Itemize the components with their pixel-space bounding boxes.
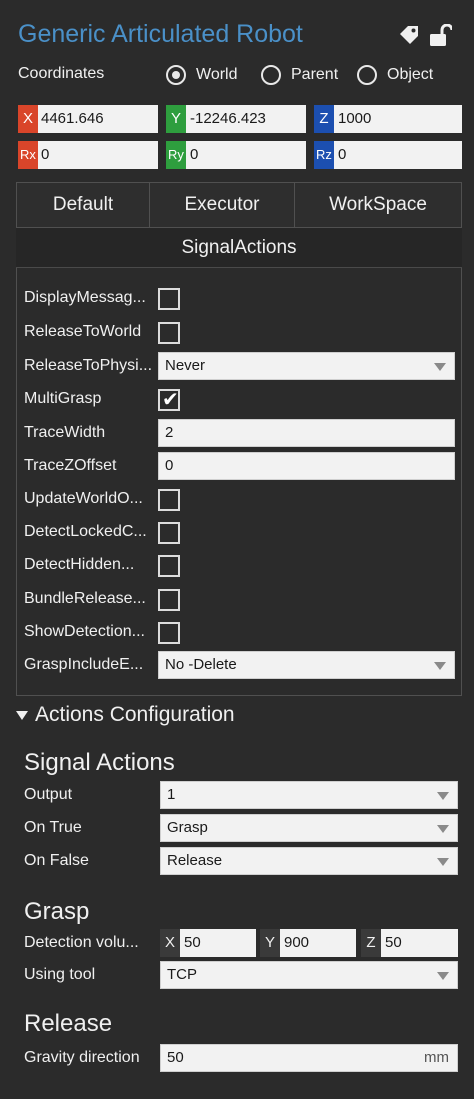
x-coordinate-field[interactable]: X 4461.646	[18, 105, 158, 133]
tag-icon[interactable]	[398, 24, 420, 51]
radio-button-icon	[166, 65, 186, 85]
y-coordinate-field[interactable]: Y -12246.423	[166, 105, 306, 133]
row-label-update-world: UpdateWorldO...	[24, 490, 143, 507]
on-true-dropdown[interactable]: Grasp	[160, 814, 458, 842]
row-label-show-detection: ShowDetection...	[24, 623, 145, 640]
using-tool-dropdown[interactable]: TCP	[160, 961, 458, 989]
chevron-down-icon	[434, 662, 446, 670]
detection-z-input[interactable]: Z 50	[361, 929, 458, 957]
detection-y-input[interactable]: Y 900	[260, 929, 356, 957]
tab-workspace[interactable]: WorkSpace	[295, 183, 461, 227]
grasp-heading: Grasp	[24, 898, 90, 925]
radio-world[interactable]: World	[166, 64, 276, 86]
chevron-down-icon	[437, 825, 449, 833]
chevron-down-icon	[437, 858, 449, 866]
detection-volume-label: Detection volu...	[24, 934, 139, 951]
checkmark-icon: ✔	[162, 389, 179, 411]
radio-parent[interactable]: Parent	[261, 64, 351, 86]
actions-configuration-toggle[interactable]: Actions Configuration	[16, 703, 276, 729]
on-false-dropdown[interactable]: Release	[160, 847, 458, 875]
radio-button-icon	[357, 65, 377, 85]
detect-hidden-checkbox[interactable]	[158, 555, 180, 577]
release-to-world-checkbox[interactable]	[158, 322, 180, 344]
unlock-icon[interactable]	[430, 23, 454, 53]
ry-coordinate-field[interactable]: Ry 0	[166, 141, 306, 169]
row-label-release-to-world: ReleaseToWorld	[24, 323, 142, 340]
bundle-release-checkbox[interactable]	[158, 589, 180, 611]
output-dropdown[interactable]: 1	[160, 781, 458, 809]
tab-executor[interactable]: Executor	[150, 183, 295, 227]
trace-z-offset-input[interactable]: 0	[158, 452, 455, 480]
triangle-down-icon	[16, 711, 28, 720]
release-to-physics-dropdown[interactable]: Never	[158, 352, 455, 380]
coordinates-label: Coordinates	[18, 65, 105, 82]
panel-title: SignalActions	[16, 228, 462, 268]
trace-width-input[interactable]: 2	[158, 419, 455, 447]
row-label-detect-hidden: DetectHidden...	[24, 556, 135, 573]
row-label-display-message: DisplayMessag...	[24, 289, 146, 306]
output-label: Output	[24, 786, 73, 803]
signal-actions-heading: Signal Actions	[24, 749, 175, 776]
update-world-checkbox[interactable]	[158, 489, 180, 511]
unit-label: mm	[424, 1049, 449, 1066]
tab-bar: Default Executor WorkSpace	[16, 182, 462, 228]
row-label-multi-grasp: MultiGrasp	[24, 390, 102, 407]
row-label-trace-z-offset: TraceZOffset	[24, 457, 117, 474]
row-label-detect-locked: DetectLockedC...	[24, 523, 147, 540]
multi-grasp-checkbox[interactable]: ✔	[158, 389, 180, 411]
rz-coordinate-field[interactable]: Rz 0	[314, 141, 462, 169]
show-detection-checkbox[interactable]	[158, 622, 180, 644]
on-true-label: On True	[24, 819, 82, 836]
tab-default[interactable]: Default	[17, 183, 150, 227]
grasp-include-dropdown[interactable]: No -Delete	[158, 651, 455, 679]
chevron-down-icon	[437, 972, 449, 980]
chevron-down-icon	[434, 363, 446, 371]
rx-coordinate-field[interactable]: Rx 0	[18, 141, 158, 169]
row-label-release-to-physics: ReleaseToPhysi...	[24, 357, 153, 374]
detection-x-input[interactable]: X 50	[160, 929, 256, 957]
row-label-trace-width: TraceWidth	[24, 424, 106, 441]
radio-object[interactable]: Object	[357, 64, 447, 86]
using-tool-label: Using tool	[24, 966, 96, 983]
on-false-label: On False	[24, 852, 89, 869]
row-label-bundle-release: BundleRelease...	[24, 590, 146, 607]
release-heading: Release	[24, 1010, 113, 1037]
gravity-direction-label: Gravity direction	[24, 1049, 140, 1066]
window-title: Generic Articulated Robot	[18, 20, 303, 48]
chevron-down-icon	[437, 792, 449, 800]
display-message-checkbox[interactable]	[158, 288, 180, 310]
detect-locked-checkbox[interactable]	[158, 522, 180, 544]
actions-configuration-heading: Actions Configuration	[35, 703, 235, 726]
radio-button-icon	[261, 65, 281, 85]
row-label-grasp-include: GraspIncludeE...	[24, 656, 144, 673]
z-coordinate-field[interactable]: Z 1000	[314, 105, 462, 133]
gravity-direction-input[interactable]: 50 mm	[160, 1044, 458, 1072]
